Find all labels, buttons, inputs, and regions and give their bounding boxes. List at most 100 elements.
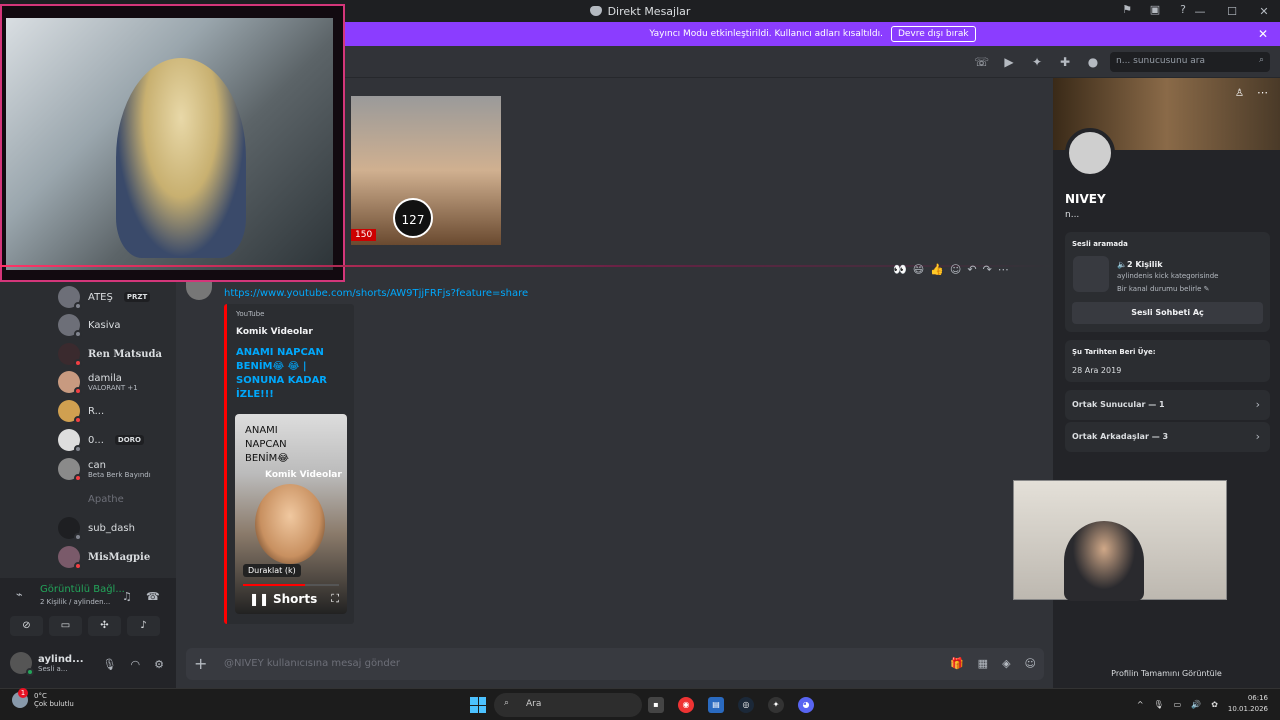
maximize-button[interactable]: ☐ — [1216, 5, 1248, 18]
sticker-icon[interactable]: ◈ — [1002, 657, 1010, 670]
taskbar-search[interactable]: ⌕ Ara — [494, 693, 642, 717]
screen-share-icon[interactable]: ▭ — [49, 616, 82, 636]
mutual-servers-label: Ortak Sunucular — 1 — [1072, 400, 1165, 409]
user-controls: 🎙 ◠ ⚙ — [103, 658, 164, 671]
user-panel[interactable]: aylind... Sesli a... — [10, 652, 84, 676]
profile-icon[interactable]: ● — [1086, 55, 1100, 69]
member-name: R... — [88, 405, 105, 417]
forward-icon[interactable]: ↷ — [983, 263, 992, 276]
add-friend-icon[interactable]: ♙ — [1235, 88, 1244, 99]
smile-emoji-icon[interactable]: 😄 — [913, 263, 924, 276]
add-friend-icon[interactable]: ✚ — [1058, 55, 1072, 69]
disconnect-icon[interactable]: ☎ — [146, 590, 160, 603]
camera-off-icon[interactable]: ⊘ — [10, 616, 43, 636]
list-item[interactable]: 0... DORO — [58, 429, 145, 453]
close-button[interactable]: ✕ — [1248, 5, 1280, 18]
gift-icon[interactable]: 🎁 — [950, 657, 964, 670]
eyes-emoji-icon[interactable]: 👀 — [893, 263, 907, 276]
pin-icon[interactable]: ✦ — [1030, 55, 1044, 69]
steam-icon[interactable]: ◎ — [738, 697, 754, 713]
list-item[interactable]: MisMagpie — [58, 546, 150, 570]
list-item[interactable]: ATEŞ PRZT — [58, 286, 151, 310]
list-item[interactable]: can Beta Berk Bayındı — [58, 458, 151, 482]
signal-icon: ⌁ — [16, 588, 23, 601]
sound-icon[interactable]: ♫ — [122, 590, 132, 603]
clock[interactable]: 06:16 10.01.2026 — [1228, 693, 1268, 715]
list-item[interactable]: R... — [58, 400, 105, 424]
mutual-friends-row[interactable]: Ortak Arkadaşlar — 3 › — [1065, 422, 1270, 452]
pause-icon[interactable]: ❚❚ — [249, 592, 269, 606]
emoji-icon[interactable]: ☺ — [1025, 657, 1036, 670]
inbox-icon[interactable]: ⚑ — [1120, 3, 1134, 17]
close-icon[interactable]: ✕ — [1258, 27, 1268, 41]
disable-streamer-button[interactable]: Devre dışı bırak — [890, 26, 976, 42]
open-voice-button[interactable]: Sesli Sohbeti Aç — [1072, 302, 1263, 324]
voice-status-setter[interactable]: Bir kanal durumu belirle ✎ — [1117, 285, 1210, 293]
add-attachment-icon[interactable]: + — [194, 654, 207, 673]
message-composer[interactable]: + @NIVEY kullanıcısına mesaj gönder 🎁 ▦ … — [186, 648, 1044, 680]
list-item[interactable]: damila VALORANT +1 — [58, 371, 138, 395]
headphones-icon[interactable]: ◠ — [131, 658, 141, 671]
discord-icon[interactable]: ◕ — [798, 697, 814, 713]
embed-provider[interactable]: YouTube — [236, 310, 264, 318]
add-reaction-icon[interactable]: ☺ — [950, 263, 961, 276]
app-icon[interactable]: ✦ — [768, 697, 784, 713]
message-input[interactable]: @NIVEY kullanıcısına mesaj gönder — [224, 658, 400, 669]
thumbs-up-icon[interactable]: 👍 — [930, 263, 944, 276]
screen-icon[interactable]: ▣ — [1148, 3, 1162, 17]
profile-avatar[interactable] — [1065, 128, 1115, 178]
member-name: Kasiva — [88, 319, 121, 331]
mutual-servers-row[interactable]: Ortak Sunucular — 1 › — [1065, 390, 1270, 420]
task-view-icon[interactable]: ▪ — [648, 697, 664, 713]
taskbar-apps: ▪ ◉ ▤ ◎ ✦ ◕ — [648, 697, 814, 713]
microphone-icon[interactable]: 🎙 — [103, 658, 117, 671]
fullscreen-icon[interactable]: ⛶ — [331, 592, 339, 606]
search-icon: ⌕ — [504, 698, 510, 708]
start-button[interactable] — [470, 697, 486, 713]
chrome-icon[interactable]: ◉ — [678, 697, 694, 713]
chevron-up-icon[interactable]: ^ — [1137, 700, 1144, 709]
voice-channel[interactable]: 2 Kişilik / aylinden... — [40, 598, 110, 606]
gif-icon[interactable]: ▦ — [978, 657, 988, 670]
search-input[interactable]: n... sunucusunu ara ⌕ — [1110, 52, 1270, 72]
banner-text: Yayıncı Modu etkinleştirildi. Kullanıcı … — [649, 29, 883, 39]
profile-name: NIVEY — [1065, 192, 1106, 206]
shared-image[interactable]: 127 150 — [351, 96, 501, 245]
taskbar-search-label: Ara — [526, 699, 542, 709]
store-icon[interactable]: ▤ — [708, 697, 724, 713]
call-icon[interactable]: ☏ — [974, 55, 989, 69]
gear-icon[interactable]: ⚙ — [154, 658, 164, 671]
weather-widget[interactable]: 1 0°C Çok bulutlu — [12, 688, 74, 708]
embed-title[interactable]: ANAMI NAPCAN BENİM😂 😂 | SONUNA KADAR İZL… — [236, 346, 346, 402]
avatar — [58, 458, 82, 482]
view-full-profile-link[interactable]: Profilin Tamamını Görüntüle — [1053, 669, 1280, 678]
member-name: sub_dash — [88, 522, 135, 534]
more-icon[interactable]: ⋯ — [998, 263, 1009, 276]
list-item[interactable]: sub_dash — [58, 517, 135, 541]
list-item[interactable]: Ren Matsuda — [58, 343, 162, 367]
microphone-icon[interactable]: 🎙 — [1154, 700, 1164, 709]
list-item[interactable]: Kasiva — [58, 314, 121, 338]
video-frame — [255, 484, 325, 564]
activity-icon[interactable]: ✣ — [88, 616, 121, 636]
avatar — [58, 343, 82, 367]
video-progress[interactable] — [243, 584, 339, 586]
app-tray-icon[interactable]: ✿ — [1211, 700, 1218, 709]
minimize-button[interactable]: — — [1184, 5, 1216, 18]
list-item[interactable]: Apathe — [58, 488, 124, 510]
voice-status[interactable]: Görüntülü Bağl... — [40, 584, 125, 595]
youtube-embed: YouTube Komik Videolar ANAMI NAPCAN BENİ… — [224, 304, 354, 624]
status-badge: PRZT — [123, 292, 151, 302]
video-icon[interactable]: ▶ — [1002, 55, 1016, 69]
volume-icon[interactable]: 🔊 — [1191, 700, 1201, 709]
reply-icon[interactable]: ↶ — [967, 263, 976, 276]
avatar — [58, 517, 82, 541]
video-player[interactable]: ANAMI NAPCAN BENİM😂 Komik Videolar Durak… — [235, 414, 347, 614]
embed-author[interactable]: Komik Videolar — [236, 327, 313, 337]
more-icon[interactable]: ⋯ — [1257, 86, 1268, 99]
voice-category: aylindenis kick kategorisinde — [1117, 272, 1219, 280]
message-link[interactable]: https://www.youtube.com/shorts/AW9TjjFRF… — [224, 288, 528, 299]
network-icon[interactable]: ▭ — [1174, 700, 1182, 709]
shorts-logo: Shorts — [273, 592, 318, 606]
soundboard-icon[interactable]: ♪ — [127, 616, 160, 636]
